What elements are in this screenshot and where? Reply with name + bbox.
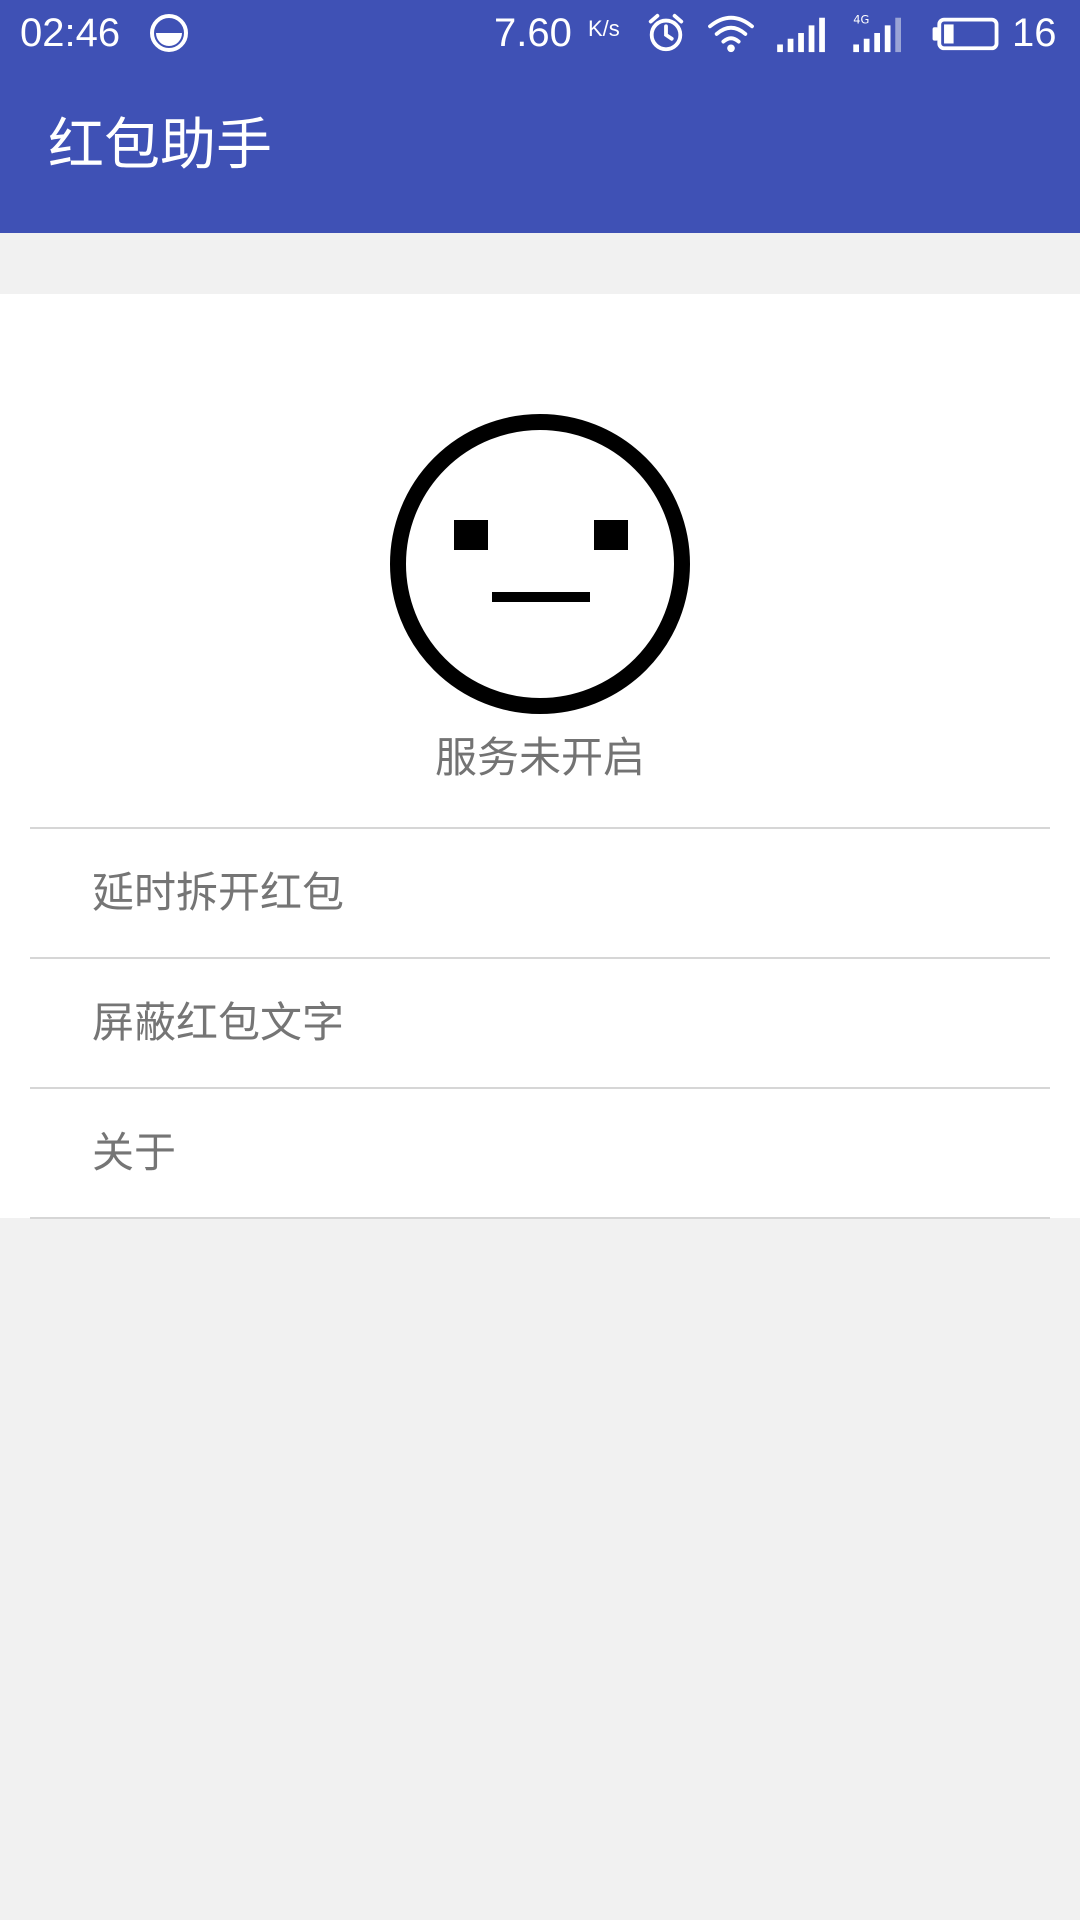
menu-item-label: 延时拆开红包 — [92, 868, 345, 917]
service-status-text: 服务未开启 — [434, 733, 645, 782]
status-bar: 02:46 7.60 K/s 4G 16 — [0, 0, 1080, 66]
menu-item-about[interactable]: 关于 — [30, 1089, 1050, 1217]
network-badge: 4G — [853, 12, 869, 26]
battery-icon — [932, 17, 999, 51]
network-speed: 7.60 — [494, 11, 572, 55]
menu-item-delay-open[interactable]: 延时拆开红包 — [30, 829, 1050, 957]
4g-signal-icon: 4G — [853, 12, 901, 53]
network-speed-unit: K/s — [588, 16, 620, 41]
menu-item-label: 关于 — [92, 1128, 177, 1177]
wifi-icon — [708, 15, 754, 53]
signal-icon — [777, 17, 825, 53]
status-time: 02:46 — [20, 11, 121, 55]
app-bar: 红包助手 — [0, 66, 1080, 233]
menu-item-block-text[interactable]: 屏蔽红包文字 — [30, 959, 1050, 1087]
app-title: 红包助手 — [48, 113, 272, 178]
battery-level: 16 — [1012, 11, 1057, 55]
app-notification-icon — [150, 14, 188, 52]
neutral-face-icon — [390, 414, 690, 714]
alarm-icon — [648, 13, 684, 52]
divider — [30, 1217, 1050, 1219]
menu-item-label: 屏蔽红包文字 — [92, 998, 345, 1047]
